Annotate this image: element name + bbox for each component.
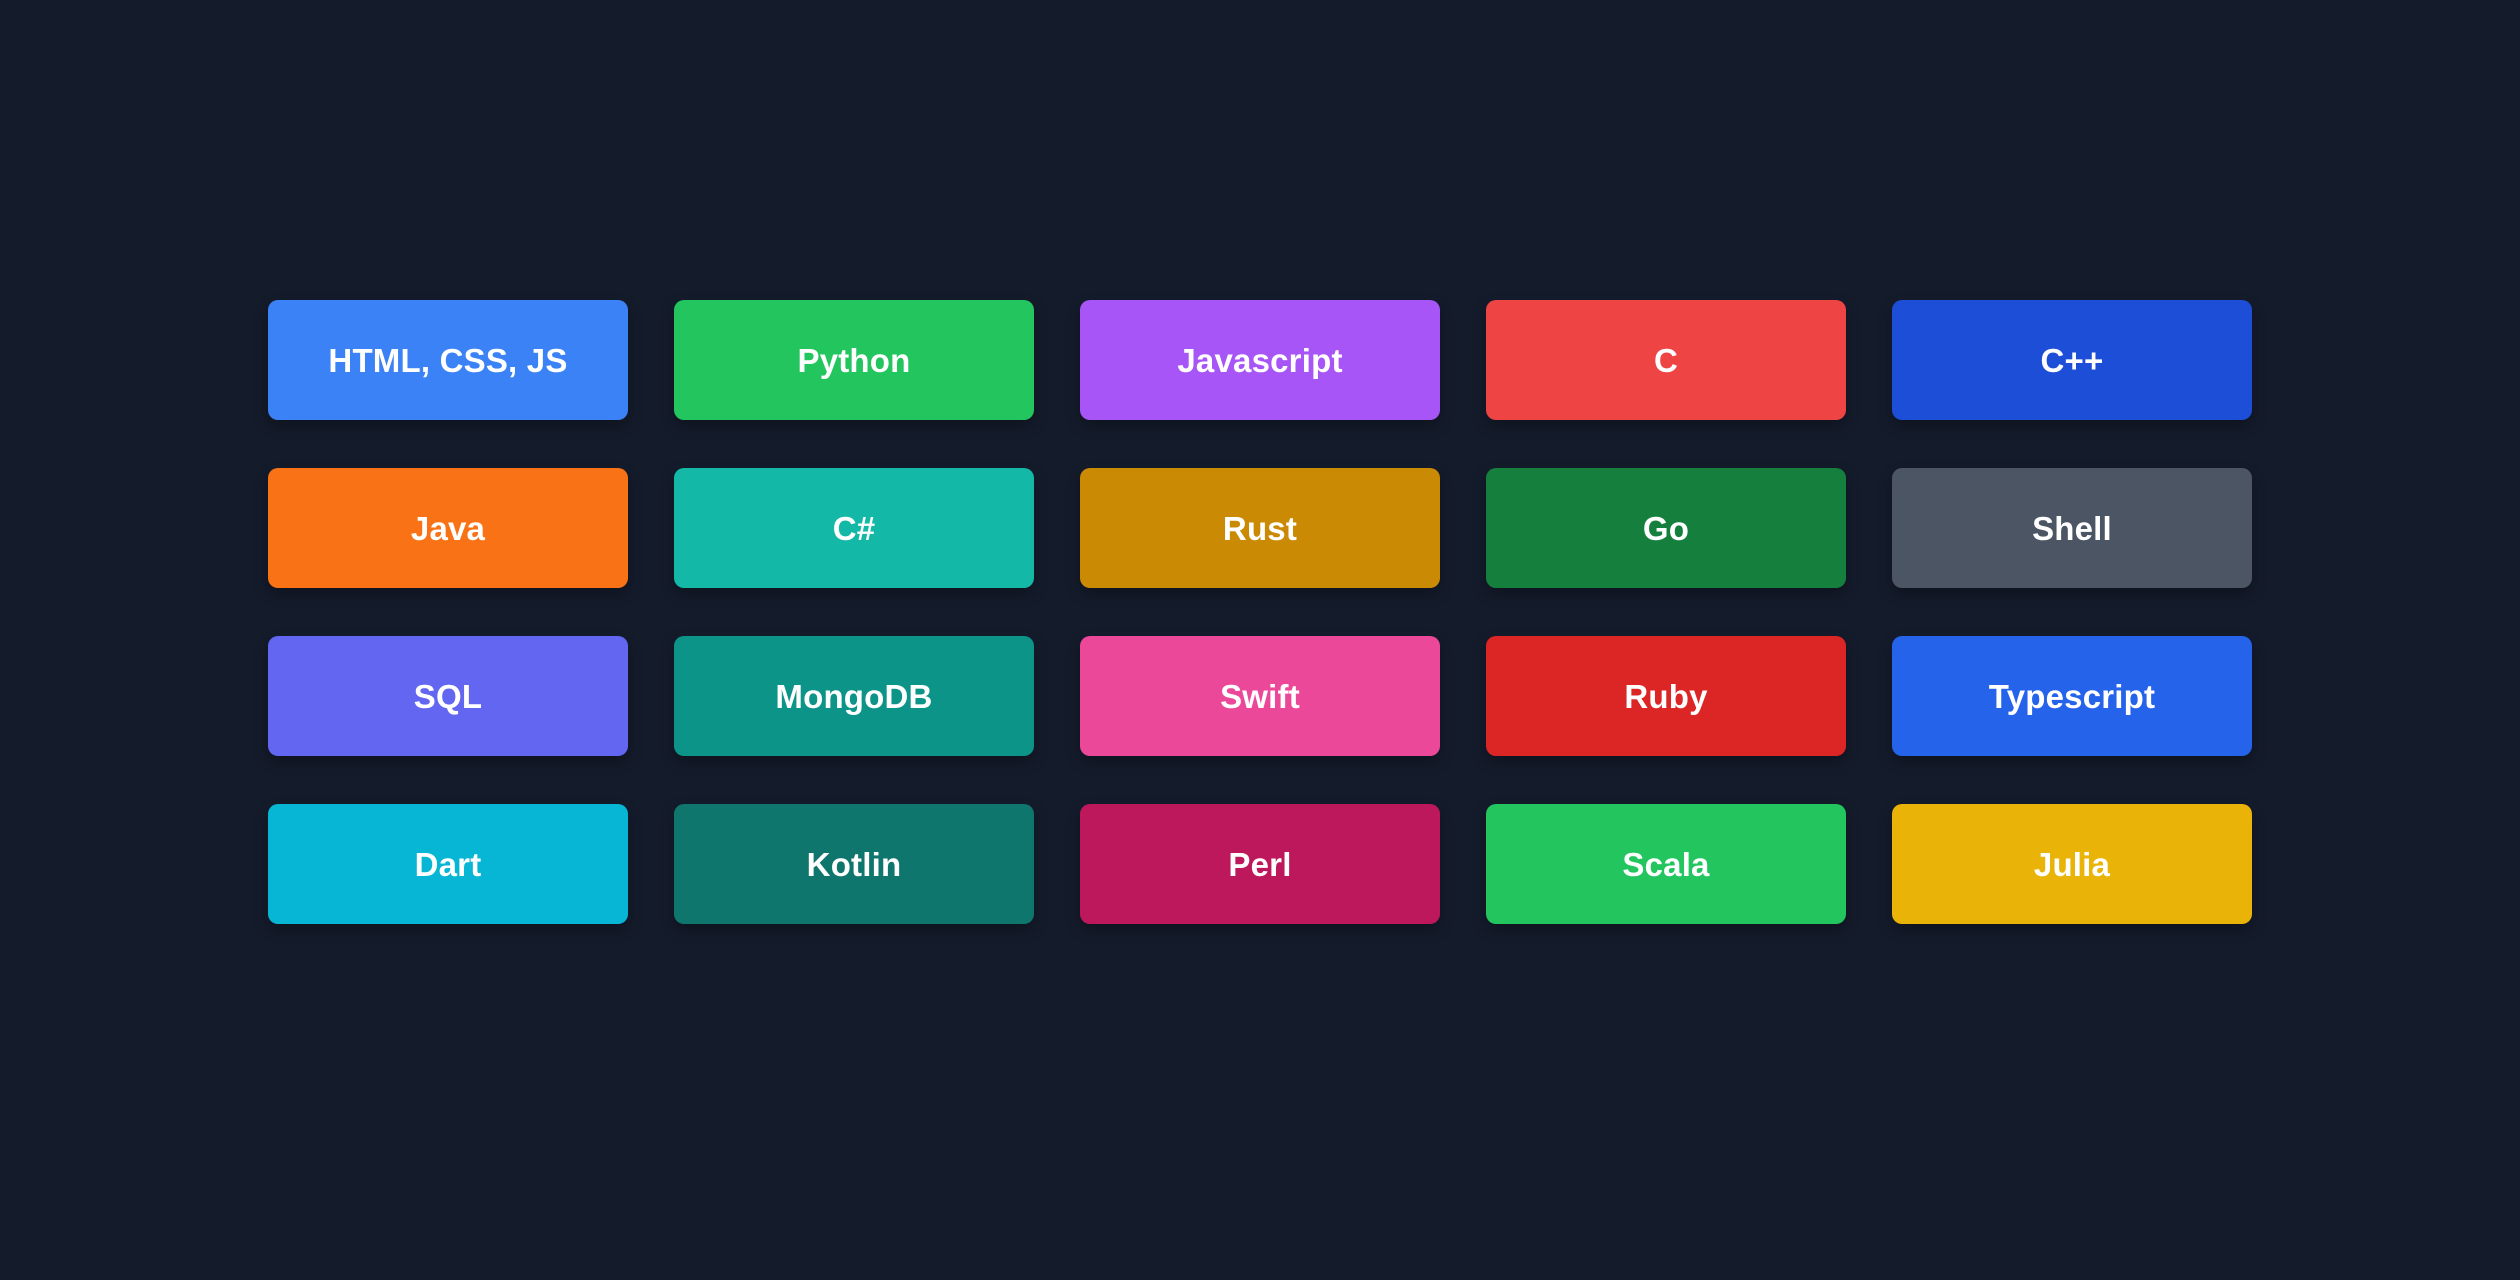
language-card[interactable]: Scala [1486, 804, 1846, 924]
language-card-label: Javascript [1177, 341, 1343, 379]
language-card-label: Typescript [1988, 677, 2156, 715]
language-card[interactable]: Python [674, 300, 1034, 420]
language-card-label: Shell [2032, 509, 2112, 547]
language-card-label: Go [1642, 509, 1690, 547]
language-card-label: C# [832, 509, 876, 547]
language-card[interactable]: HTML, CSS, JS [268, 300, 628, 420]
language-card[interactable]: SQL [268, 636, 628, 756]
language-card-label: MongoDB [775, 677, 933, 715]
language-card[interactable]: C++ [1892, 300, 2252, 420]
language-card-label: Java [410, 509, 486, 547]
language-card-label: Rust [1222, 509, 1298, 547]
language-card[interactable]: C [1486, 300, 1846, 420]
language-card[interactable]: Julia [1892, 804, 2252, 924]
language-card-label: Ruby [1624, 677, 1708, 715]
language-card[interactable]: Ruby [1486, 636, 1846, 756]
language-card-label: Python [797, 341, 911, 379]
language-card[interactable]: Kotlin [674, 804, 1034, 924]
language-card-label: SQL [413, 677, 483, 715]
language-card[interactable]: Shell [1892, 468, 2252, 588]
language-card[interactable]: MongoDB [674, 636, 1034, 756]
app-root: HTML, CSS, JS Python Javascript C C++ Java C# R… [0, 0, 2520, 1280]
language-card[interactable]: Perl [1080, 804, 1440, 924]
language-card[interactable]: Swift [1080, 636, 1440, 756]
language-card-label: Scala [1622, 845, 1710, 883]
language-card-label: Perl [1228, 845, 1292, 883]
language-card-label: C [1653, 341, 1679, 379]
language-card[interactable]: Javascript [1080, 300, 1440, 420]
language-card[interactable]: C# [674, 468, 1034, 588]
language-card-label: Dart [414, 845, 482, 883]
language-card[interactable]: Go [1486, 468, 1846, 588]
language-card-label: Julia [2033, 845, 2111, 883]
language-card-grid: HTML, CSS, JS Python Javascript C C++ Java C# R… [268, 300, 2254, 924]
language-card-label: HTML, CSS, JS [328, 341, 568, 379]
language-card[interactable]: Dart [268, 804, 628, 924]
language-card-label: C++ [2040, 341, 2104, 379]
language-card[interactable]: Rust [1080, 468, 1440, 588]
language-card-label: Swift [1220, 677, 1300, 715]
language-card[interactable]: Java [268, 468, 628, 588]
language-card[interactable]: Typescript [1892, 636, 2252, 756]
language-card-label: Kotlin [806, 845, 902, 883]
